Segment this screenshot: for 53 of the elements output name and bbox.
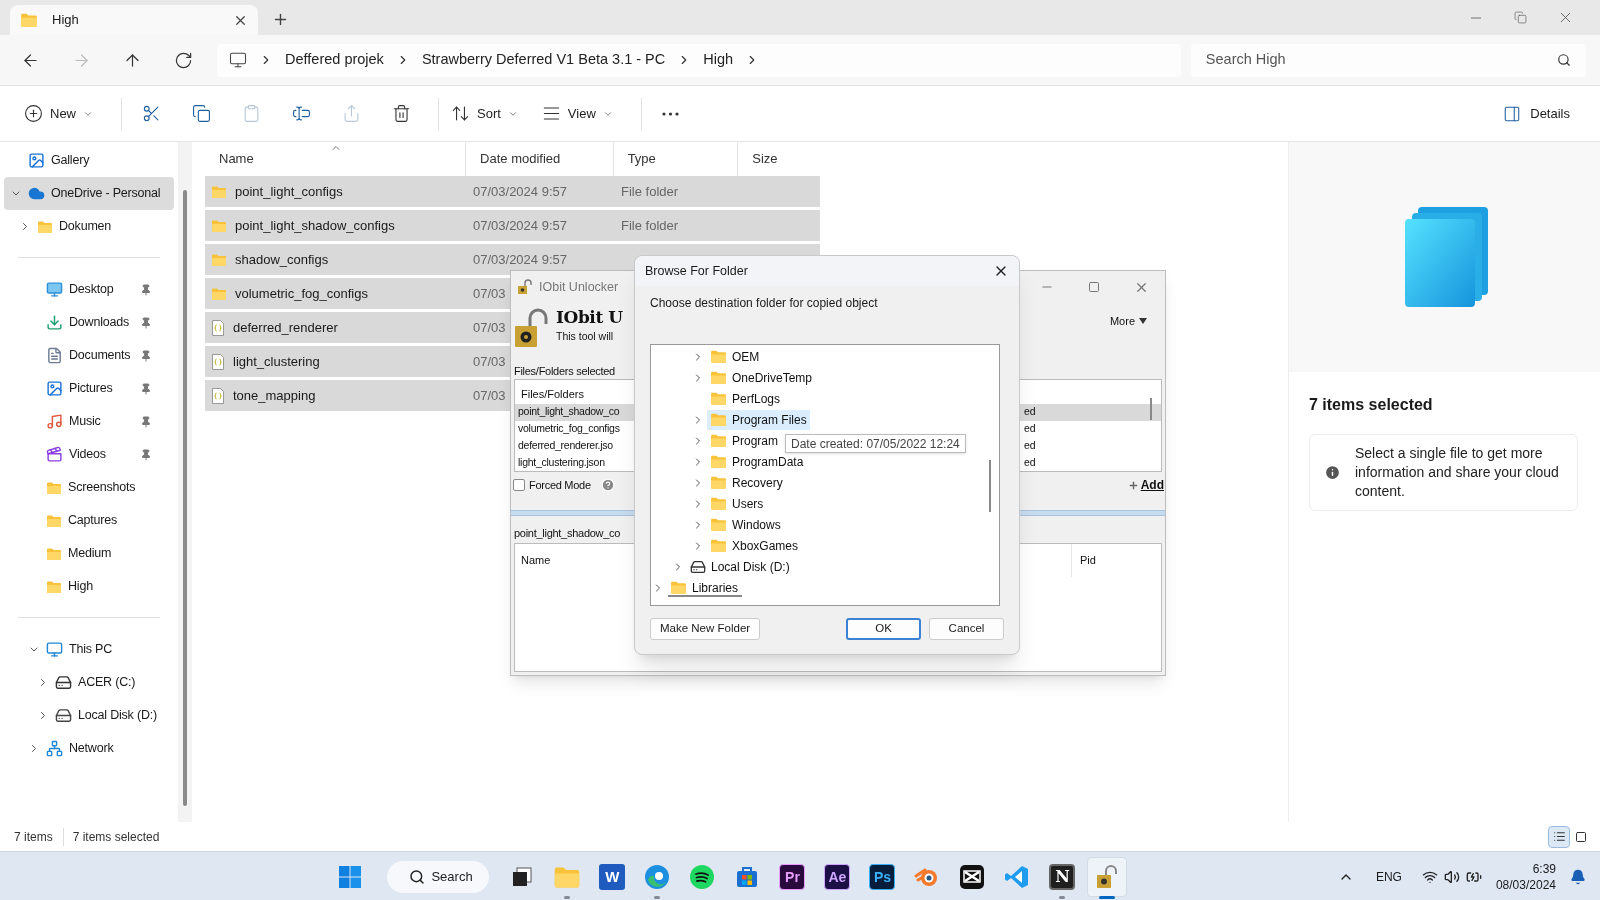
sidebar-label: Pictures xyxy=(69,380,114,398)
sidebar-label: Dokumen xyxy=(59,218,113,236)
column-header: Pid xyxy=(1071,544,1165,577)
sidebar-label: Network xyxy=(69,740,115,758)
file-name: tone_mapping xyxy=(233,386,316,405)
date-cell-text: 07/03 xyxy=(473,318,506,337)
selection-count: 7 items selected xyxy=(71,828,160,846)
sidebar-label: Gallery xyxy=(51,152,91,170)
file-name: deferred_renderer xyxy=(233,318,338,337)
date-cell-text: 07/03/2024 9:57 xyxy=(473,216,567,235)
sidebar-label: Downloads xyxy=(69,314,131,332)
sidebar-label: OneDrive - Personal xyxy=(51,185,162,203)
sidebar-label: Medium xyxy=(68,545,113,563)
target-label: point_light_shadow_co xyxy=(514,526,621,541)
sidebar-label: Screenshots xyxy=(68,479,137,497)
date-cell-text: 07/03 xyxy=(473,352,506,371)
status-cell-text: ed xyxy=(1023,404,1037,420)
file-name: point_light_configs xyxy=(235,182,343,201)
type-cell-text: File folder xyxy=(620,216,679,235)
file-path: volumetric_fog_configs xyxy=(517,421,621,437)
section-label: Files/Folders selected xyxy=(514,364,615,379)
column-header: Name xyxy=(520,553,552,568)
item-count: 7 items xyxy=(14,827,64,846)
file-name: volumetric_fog_configs xyxy=(235,284,368,303)
sidebar-label: This PC xyxy=(69,641,114,659)
file-name: point_light_shadow_configs xyxy=(235,216,395,235)
app-subtitle: This tool will xyxy=(556,329,615,344)
type-cell-text: File folder xyxy=(620,182,679,201)
window-title: IObit Unlocker xyxy=(539,278,619,296)
checkbox-label: Forced Mode xyxy=(529,477,591,493)
sidebar-label: Music xyxy=(69,413,102,431)
sidebar-label: ACER (C:) xyxy=(78,674,137,692)
file-path: point_light_shadow_co xyxy=(517,404,621,420)
sidebar-label: Local Disk (D:) xyxy=(78,707,157,725)
file-name: shadow_configs xyxy=(235,250,329,269)
tooltip: Date created: 07/05/2022 12:24 xyxy=(785,434,966,453)
app-heading: IObit U xyxy=(556,306,623,329)
date-cell-text: 07/03/2024 9:57 xyxy=(473,182,567,201)
sidebar-label: High xyxy=(68,578,94,596)
file-name: light_clustering xyxy=(233,352,320,371)
date-cell-text: 07/03 xyxy=(473,386,506,405)
sidebar-label: Captures xyxy=(68,512,119,530)
column-header: Files/Folders xyxy=(521,386,584,402)
sidebar-label: Documents xyxy=(69,347,132,365)
date-cell-text: 07/03/2024 9:57 xyxy=(473,250,567,269)
info-text: Select a single file to get more information and share your cloud content. xyxy=(1355,444,1560,501)
details-title: 7 items selected xyxy=(1309,395,1434,415)
tab-title: High xyxy=(52,11,80,30)
date-cell-text: 07/03 xyxy=(473,284,506,303)
sidebar-label: Desktop xyxy=(69,281,115,299)
dialog-prompt: Choose destination folder for copied object xyxy=(650,295,879,312)
sidebar-label: Videos xyxy=(69,446,107,464)
status-cell-text: ed xyxy=(1023,421,1037,437)
